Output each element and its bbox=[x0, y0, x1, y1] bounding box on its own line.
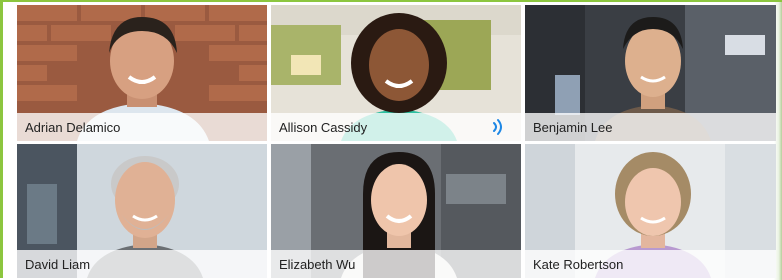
participant-name: Adrian Delamico bbox=[17, 113, 267, 141]
participant-tile-benjamin-lee[interactable]: Benjamin Lee bbox=[525, 5, 776, 141]
participant-tile-elizabeth-wu[interactable]: Elizabeth Wu bbox=[271, 144, 521, 278]
participant-name: David Liam bbox=[17, 250, 267, 278]
participant-name: Elizabeth Wu bbox=[271, 250, 521, 278]
participant-name: Benjamin Lee bbox=[525, 113, 776, 141]
participant-grid: Adrian Delamico Allison Cassidy Benjamin… bbox=[17, 5, 776, 278]
speaking-icon bbox=[493, 119, 502, 135]
video-grid-window: Adrian Delamico Allison Cassidy Benjamin… bbox=[0, 0, 782, 280]
participant-tile-allison-cassidy[interactable]: Allison Cassidy bbox=[271, 5, 521, 141]
participant-name: Allison Cassidy bbox=[271, 113, 521, 141]
participant-name: Kate Robertson bbox=[525, 250, 776, 278]
participant-tile-adrian-delamico[interactable]: Adrian Delamico bbox=[17, 5, 267, 141]
participant-tile-kate-robertson[interactable]: Kate Robertson bbox=[525, 144, 776, 278]
participant-tile-david-liam[interactable]: David Liam bbox=[17, 144, 267, 278]
